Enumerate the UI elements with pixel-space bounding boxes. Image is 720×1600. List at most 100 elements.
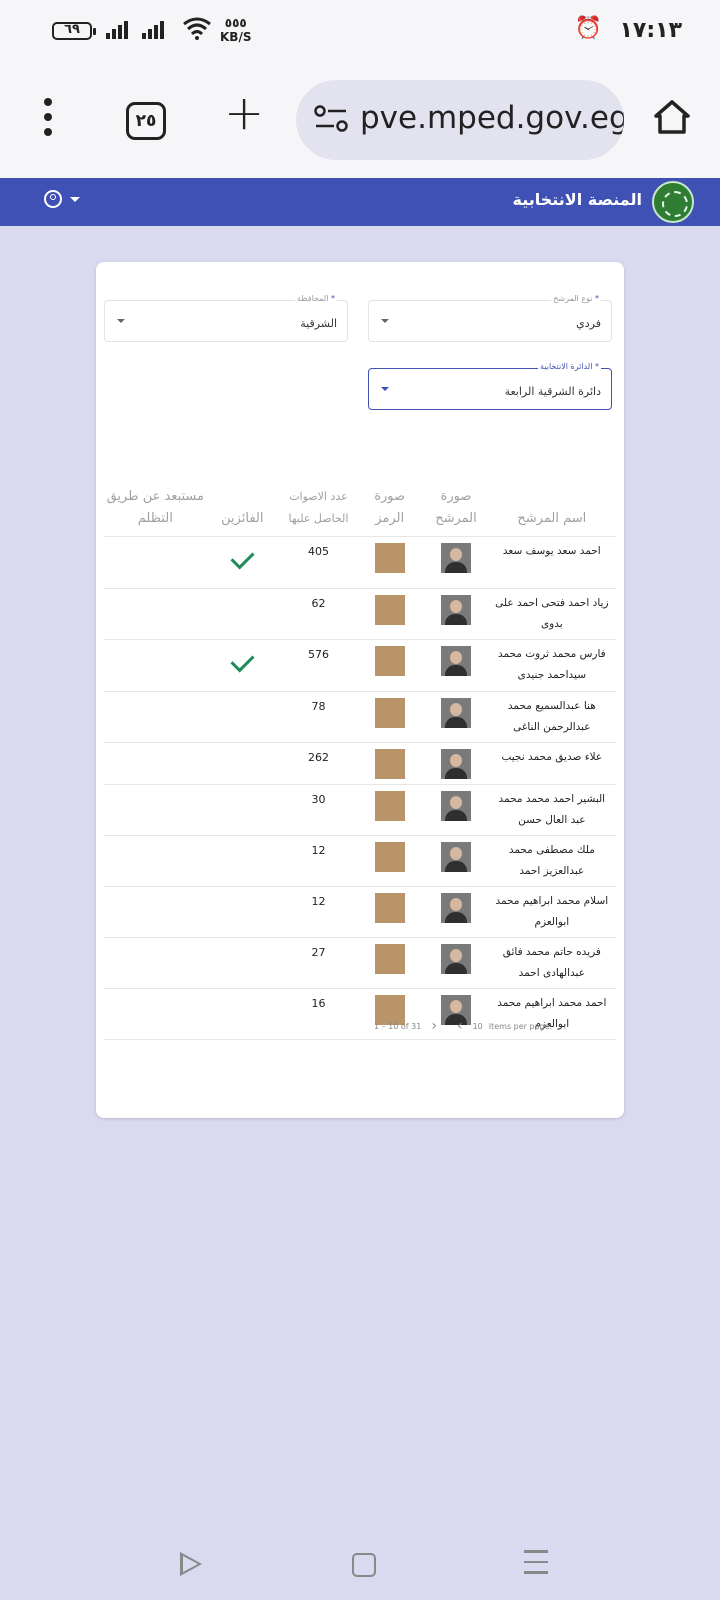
header-votes: عدد الاصوات الحاصل عليها [277, 462, 359, 537]
district-value: دائرة الشرقية الرابعة [504, 385, 601, 398]
candidate-photo [440, 543, 471, 573]
candidate-symbol-image [374, 893, 405, 923]
alarm-icon: ⏰ [574, 16, 602, 41]
header-excluded: مستبعد عن طريق التظلم [104, 462, 207, 537]
vote-count: 27 [277, 937, 359, 989]
excluded-cell [104, 691, 207, 743]
page-size-select[interactable]: 10 Items per page: [473, 1022, 553, 1031]
network-speed: ٥٥٥ KB/S [220, 16, 252, 44]
governorate-label: المحافظة [296, 294, 329, 303]
candidate-symbol-image [374, 543, 405, 573]
signal-icon-2 [142, 20, 166, 39]
new-tab-icon[interactable]: + [224, 88, 264, 138]
candidate-symbol-image [374, 842, 405, 872]
wifi-icon [183, 17, 211, 40]
app-header: المنصة الانتخابية [0, 178, 720, 226]
home-icon[interactable] [652, 98, 692, 136]
vote-count: 16 [277, 988, 359, 1040]
vote-count: 576 [277, 639, 359, 692]
table-row: البشير احمد محمد محمد عبد العال حسن 30 [104, 784, 616, 836]
recents-icon[interactable] [524, 1550, 548, 1582]
candidate-photo [440, 893, 471, 923]
tab-switcher-button[interactable]: ٢٥ [126, 102, 166, 140]
candidate-name: فريده حاتم محمد فائق عبدالهادى احمد [491, 937, 616, 989]
candidate-photo [440, 842, 471, 872]
excluded-cell [104, 988, 207, 1040]
next-page-button[interactable]: › [431, 1018, 437, 1034]
excluded-cell [104, 588, 207, 640]
previous-page-button[interactable]: ‹ [457, 1018, 463, 1034]
battery-level: ٦٩ [64, 22, 80, 37]
address-bar[interactable]: pve.mped.gov.eg/ [296, 80, 624, 160]
candidate-name: البشير احمد محمد محمد عبد العال حسن [491, 784, 616, 836]
candidate-photo [440, 595, 471, 625]
signal-icon [106, 20, 130, 39]
table-row: فارس محمد ثروت محمد سيداحمد جنيدى 576 [104, 639, 616, 692]
candidate-symbol-image [374, 791, 405, 821]
candidate-name: اسلام محمد ابراهيم محمد ابوالعزم [491, 886, 616, 938]
ministry-logo [652, 181, 694, 223]
vote-count: 30 [277, 784, 359, 836]
table-row: احمد سعد يوسف سعد 405 [104, 536, 616, 589]
home-button-icon[interactable] [352, 1553, 376, 1577]
candidate-photo [440, 646, 471, 676]
candidate-photo [440, 944, 471, 974]
dropdown-arrow-icon [117, 319, 125, 323]
battery-icon: ٦٩ [52, 22, 96, 40]
excluded-cell [104, 742, 207, 785]
browser-menu-icon[interactable] [38, 98, 58, 144]
candidate-type-label: نوع المرشح [553, 294, 593, 303]
table-row: اسلام محمد ابراهيم محمد ابوالعزم 12 [104, 886, 616, 938]
winner-check-icon [230, 648, 255, 673]
results-card: نوع المرشح * فردي المحافظة * الشرقية الد… [96, 262, 624, 1118]
table-row: ملك مصطفى محمد عبدالعزيز احمد 12 [104, 835, 616, 887]
chevron-down-icon [70, 196, 80, 202]
site-settings-icon[interactable] [314, 104, 348, 134]
vote-count: 62 [277, 588, 359, 640]
back-icon[interactable] [180, 1552, 202, 1576]
system-nav-bar [0, 1540, 720, 1600]
dropdown-arrow-icon [381, 319, 389, 323]
browser-toolbar: ٢٥ + pve.mped.gov.eg/ [0, 64, 720, 178]
vote-count: 262 [277, 742, 359, 785]
header-photo: صورة المرشح [420, 462, 492, 537]
governorate-value: الشرقية [300, 317, 337, 330]
excluded-cell [104, 937, 207, 989]
candidate-name: زياد احمد فتحى احمد على بدوى [491, 588, 616, 640]
table-row: هنا عبدالسميع محمد عبدالرحمن الناغى 78 [104, 691, 616, 743]
candidate-photo [440, 698, 471, 728]
candidate-name: احمد سعد يوسف سعد [491, 536, 616, 589]
header-symbol: صورة الرمز [358, 462, 421, 537]
governorate-select[interactable]: المحافظة * الشرقية [104, 294, 348, 342]
candidate-type-select[interactable]: نوع المرشح * فردي [368, 294, 612, 342]
winner-check-icon [230, 545, 255, 570]
header-winners: الفائزين [206, 462, 278, 537]
table-row: علاء صديق محمد نجيب 262 [104, 742, 616, 785]
vote-count: 78 [277, 691, 359, 743]
paginator: 1 – 10 of 31 › ‹ 10 Items per page: [374, 1018, 552, 1034]
user-menu-button[interactable] [44, 190, 80, 208]
vote-count: 405 [277, 536, 359, 589]
candidate-symbol-image [374, 698, 405, 728]
candidate-name: ملك مصطفى محمد عبدالعزيز احمد [491, 835, 616, 887]
clock: ١٧:١٣ [619, 18, 682, 43]
items-per-page-label: Items per page: [488, 1021, 553, 1031]
candidate-symbol-image [374, 595, 405, 625]
district-select[interactable]: الدائرة الانتخابية * دائرة الشرقية الراب… [368, 362, 612, 410]
candidate-name: فارس محمد ثروت محمد سيداحمد جنيدى [491, 639, 616, 692]
table-row: زياد احمد فتحى احمد على بدوى 62 [104, 588, 616, 640]
candidate-symbol-image [374, 646, 405, 676]
candidate-name: علاء صديق محمد نجيب [491, 742, 616, 785]
app-title: المنصة الانتخابية [512, 190, 642, 209]
excluded-cell [104, 784, 207, 836]
candidate-photo [440, 749, 471, 779]
candidate-name: هنا عبدالسميع محمد عبدالرحمن الناغى [491, 691, 616, 743]
excluded-cell [104, 886, 207, 938]
candidate-photo [440, 791, 471, 821]
page-size-value: 10 [472, 1021, 483, 1031]
table-header-row: اسم المرشح صورة المرشح صورة الرمز عدد ال… [104, 462, 616, 537]
table-row: فريده حاتم محمد فائق عبدالهادى احمد 27 [104, 937, 616, 989]
district-label: الدائرة الانتخابية [540, 362, 593, 371]
dropdown-arrow-icon [381, 387, 389, 391]
excluded-cell [104, 639, 207, 692]
